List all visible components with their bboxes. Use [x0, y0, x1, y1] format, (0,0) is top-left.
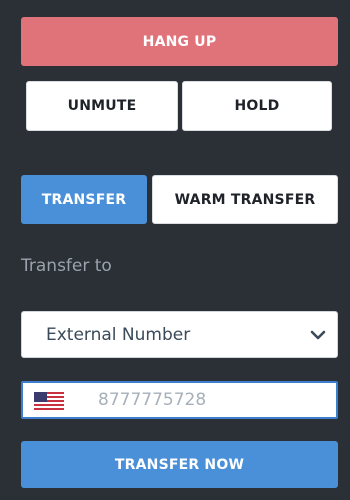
- hold-button[interactable]: HOLD: [182, 81, 332, 131]
- phone-number-field[interactable]: [21, 381, 338, 419]
- chevron-down-icon: [310, 330, 326, 340]
- unmute-button[interactable]: UNMUTE: [26, 81, 178, 131]
- tab-transfer[interactable]: TRANSFER: [21, 175, 147, 224]
- transfer-now-button[interactable]: TRANSFER NOW: [21, 441, 338, 488]
- transfer-destination-value: External Number: [46, 324, 191, 345]
- transfer-to-label: Transfer to: [21, 256, 112, 276]
- tab-warm-transfer[interactable]: WARM TRANSFER: [152, 175, 338, 224]
- hang-up-button[interactable]: HANG UP: [21, 17, 338, 66]
- us-flag-icon[interactable]: [34, 392, 64, 410]
- call-control-panel: HANG UP UNMUTE HOLD TRANSFER WARM TRANSF…: [0, 0, 350, 500]
- transfer-destination-select[interactable]: External Number: [21, 311, 338, 358]
- phone-number-input[interactable]: [98, 385, 328, 415]
